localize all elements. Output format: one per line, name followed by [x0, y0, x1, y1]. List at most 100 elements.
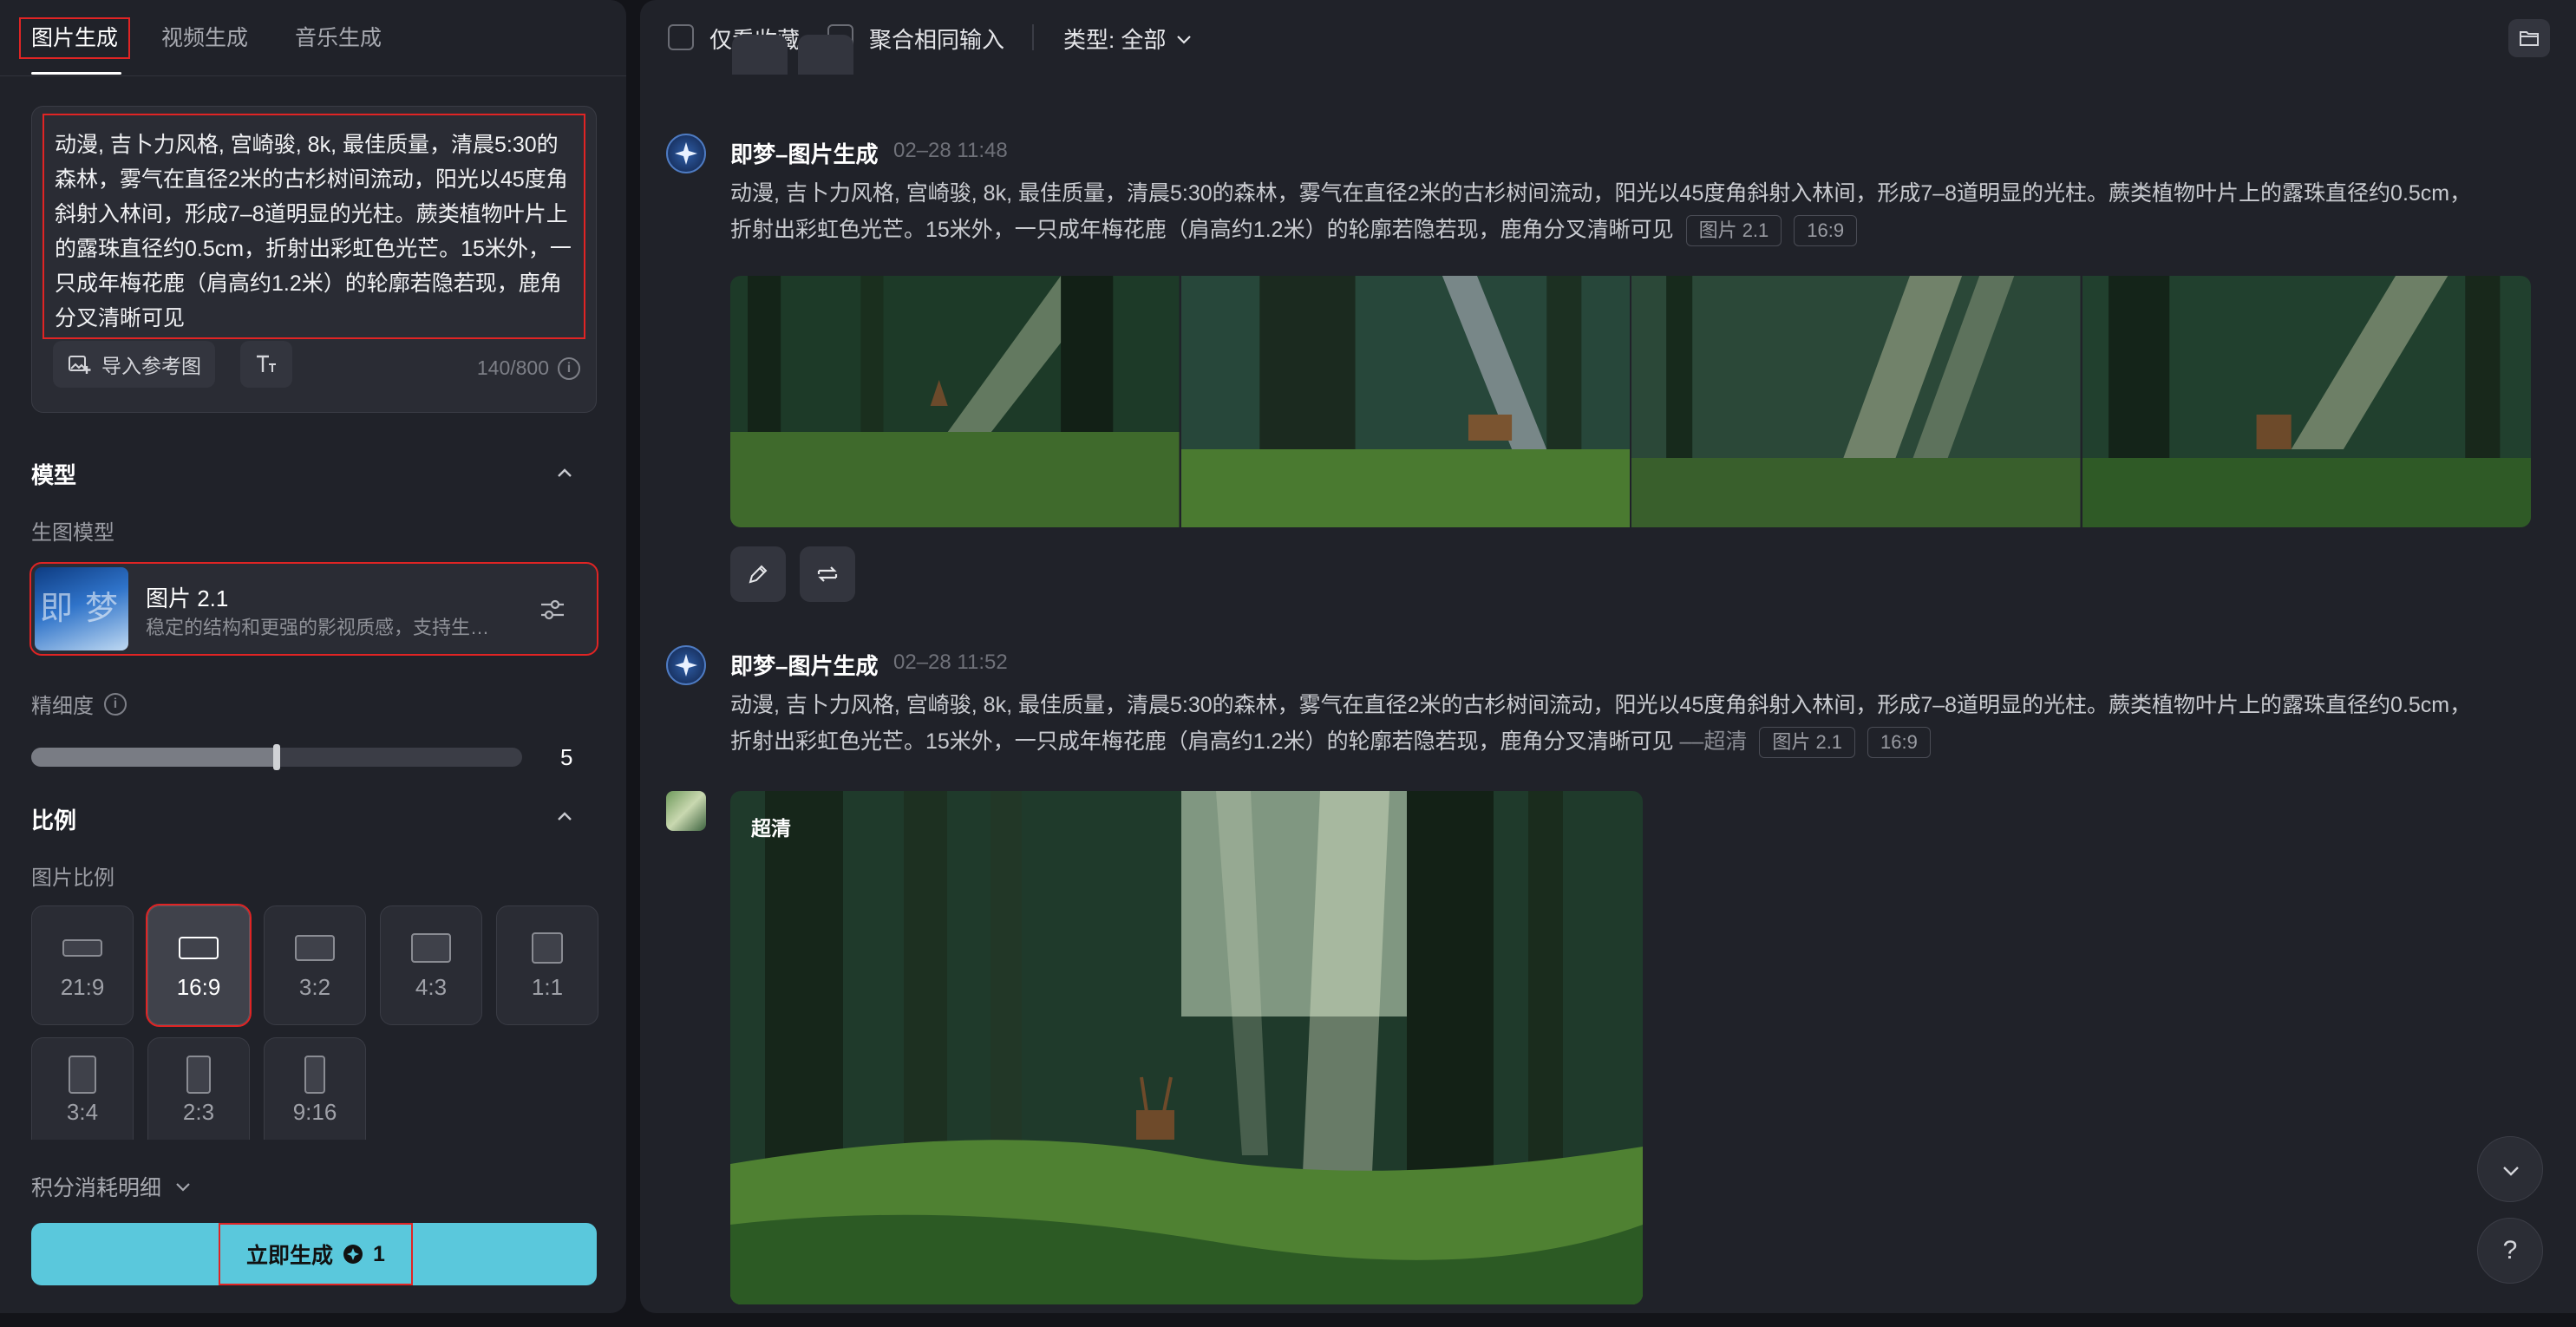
result-image[interactable]: [1631, 276, 2081, 527]
model-section-title: 模型: [31, 462, 77, 488]
merge-same-label: 聚合相同输入: [869, 27, 1005, 53]
generate-cost: 1: [373, 1241, 385, 1266]
tab-bar: 图片生成 视频生成 音乐生成: [0, 0, 626, 76]
result-image[interactable]: [730, 276, 1180, 527]
ratio-label: 1:1: [531, 974, 564, 1000]
result-image[interactable]: [1180, 276, 1630, 527]
sparkle-icon: [675, 142, 697, 165]
chevron-down-icon: [2503, 1167, 2519, 1176]
fav-only-checkbox[interactable]: [668, 24, 694, 50]
message-prompt-text: 动漫, 吉卜力风格, 宫崎骏, 8k, 最佳质量，清晨5:30的森林，雾气在直径…: [730, 693, 2472, 754]
chevron-up-icon[interactable]: [555, 463, 574, 482]
ratio-option-2-3[interactable]: 2:3: [147, 1037, 250, 1140]
chevron-down-icon: [176, 1183, 190, 1192]
model-tag: 图片 2.1: [1759, 727, 1856, 759]
message-time: 02–28 11:52: [893, 650, 1008, 674]
left-panel: 图片生成 视频生成 音乐生成 动漫, 吉卜力风格, 宫崎骏, 8k, 最佳质量，…: [0, 0, 626, 1313]
ratio-shape-icon: [62, 939, 102, 957]
image-result-strip: [730, 276, 2531, 527]
credits-detail-toggle[interactable]: 积分消耗明细: [31, 1171, 193, 1202]
text-size-icon: [257, 355, 276, 372]
ratio-option-21-9[interactable]: 21:9: [31, 905, 134, 1025]
ratio-shape-icon: [295, 935, 335, 961]
jimeng-avatar: [666, 134, 706, 173]
import-reference-label: 导入参考图: [101, 355, 201, 377]
folder-icon: [2520, 31, 2539, 46]
result-image[interactable]: [2082, 276, 2531, 527]
ratio-option-3-2[interactable]: 3:2: [264, 905, 366, 1025]
model-name: 图片 2.1: [146, 585, 229, 611]
model-tag: 图片 2.1: [1685, 215, 1782, 247]
generate-button[interactable]: 立即生成 1: [31, 1223, 597, 1285]
import-reference-button[interactable]: 导入参考图: [53, 341, 215, 388]
message-author: 即梦–图片生成: [730, 141, 879, 167]
upscale-badge: 超清: [751, 817, 791, 840]
ratio-option-4-3[interactable]: 4:3: [380, 905, 482, 1025]
message-author: 即梦–图片生成: [730, 653, 879, 679]
chevron-up-icon[interactable]: [555, 807, 574, 826]
image-plus-icon: [69, 356, 91, 374]
precision-slider[interactable]: [31, 744, 522, 770]
ratio-shape-icon: [179, 937, 219, 959]
topbar-mask: [640, 75, 2576, 95]
ratio-option-1-1[interactable]: 1:1: [496, 905, 598, 1025]
precision-label-row: 精细度 i: [31, 689, 127, 719]
model-thumb-char-2: 梦: [85, 591, 119, 627]
credit-coin-icon: [343, 1245, 363, 1264]
ratio-label: 3:2: [298, 974, 331, 1000]
type-filter-label: 类型: 全部: [1063, 27, 1167, 53]
tab-video-generation[interactable]: 视频生成: [161, 19, 248, 57]
precision-value: 5: [560, 744, 573, 770]
generate-button-content: 立即生成 1: [219, 1223, 413, 1285]
ratio-label: 9:16: [292, 1099, 337, 1125]
model-thumbnail: 即 梦: [35, 567, 128, 650]
help-button[interactable]: ?: [2477, 1218, 2543, 1284]
ratio-option-9-16[interactable]: 9:16: [264, 1037, 366, 1140]
info-icon[interactable]: i: [558, 356, 580, 380]
precision-slider-fill: [31, 748, 277, 767]
ratio-option-3-4[interactable]: 3:4: [31, 1037, 134, 1140]
ratio-label: 4:3: [415, 974, 448, 1000]
type-filter-dropdown[interactable]: 类型: 全部: [1063, 23, 1193, 55]
model-sub-label: 生图模型: [31, 521, 114, 545]
tab-music-generation[interactable]: 音乐生成: [295, 19, 382, 57]
precision-label: 精细度: [31, 695, 94, 718]
precision-slider-handle[interactable]: [273, 744, 280, 770]
ratio-tag: 16:9: [1867, 727, 1931, 759]
ratio-shape-icon: [411, 933, 451, 963]
char-counter: 140/800 i: [477, 356, 580, 380]
chevron-down-icon: [1177, 35, 1192, 44]
ratio-shape-icon: [304, 1056, 325, 1094]
upscaled-result-image[interactable]: 超清: [730, 791, 1643, 1304]
info-icon[interactable]: i: [104, 692, 127, 716]
edit-button[interactable]: [730, 546, 786, 602]
message-time: 02–28 11:48: [893, 139, 1008, 162]
question-icon: ?: [2502, 1236, 2518, 1265]
filter-bar: 仅看收藏 聚合相同输入 类型: 全部: [640, 0, 2576, 75]
model-description: 稳定的结构和更强的影视质感，支持生成中、英文文字: [146, 617, 493, 638]
scroll-down-button[interactable]: [2477, 1136, 2543, 1202]
ratio-shape-icon: [532, 932, 563, 964]
source-thumbnail[interactable]: [666, 791, 706, 831]
prompt-input[interactable]: 动漫, 吉卜力风格, 宫崎骏, 8k, 最佳质量，清晨5:30的森林，雾气在直径…: [42, 114, 585, 339]
credits-label: 积分消耗明细: [31, 1176, 162, 1200]
divider: [1032, 24, 1034, 50]
ratio-sub-label: 图片比例: [31, 866, 114, 890]
jimeng-avatar: [666, 645, 706, 685]
model-thumb-char-1: 即: [40, 591, 74, 627]
sliders-icon[interactable]: [538, 595, 567, 624]
ratio-option-16-9[interactable]: 16:9: [146, 904, 252, 1027]
text-format-button[interactable]: [240, 341, 292, 388]
ratio-section-title: 比例: [31, 807, 77, 833]
refresh-icon: [817, 566, 838, 582]
active-tab-indicator: [31, 72, 121, 75]
tab-image-generation[interactable]: 图片生成: [18, 17, 131, 59]
folder-button[interactable]: [2508, 19, 2550, 57]
generate-label: 立即生成: [246, 1244, 334, 1268]
model-selector[interactable]: 即 梦 图片 2.1 稳定的结构和更强的影视质感，支持生成中、英文文字: [29, 562, 598, 656]
regenerate-button[interactable]: [800, 546, 855, 602]
ratio-label: 21:9: [60, 974, 105, 1000]
pencil-icon: [749, 565, 768, 584]
message-prompt: 动漫, 吉卜力风格, 宫崎骏, 8k, 最佳质量，清晨5:30的森林，雾气在直径…: [730, 687, 2491, 760]
sparkle-icon: [675, 654, 697, 677]
